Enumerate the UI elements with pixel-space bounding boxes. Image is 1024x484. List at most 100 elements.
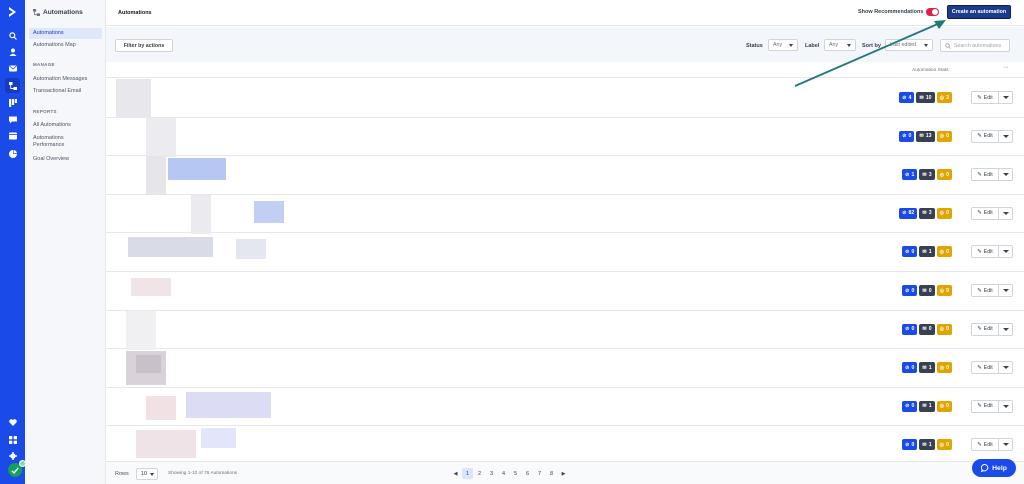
edit-button[interactable]: ✎ Edit bbox=[971, 245, 999, 259]
emails-badge[interactable]: ✉ 1 bbox=[919, 362, 935, 374]
page-2-button[interactable]: 2 bbox=[474, 468, 485, 479]
goals-badge[interactable]: ◎ 0 bbox=[936, 207, 952, 219]
page-8-button[interactable]: 8 bbox=[546, 468, 557, 479]
subnav-item-automations-map[interactable]: Automations Map bbox=[29, 40, 102, 51]
contacts-badge[interactable]: ⊘ 0 bbox=[902, 285, 918, 296]
contacts-icon[interactable] bbox=[7, 46, 18, 57]
contacts-badge[interactable]: ⊘ 82 bbox=[899, 207, 918, 219]
edit-options-dropdown[interactable] bbox=[999, 91, 1013, 104]
edit-options-dropdown[interactable] bbox=[999, 361, 1013, 375]
emails-badge[interactable]: ✉ 3 bbox=[919, 169, 935, 181]
emails-badge[interactable]: ✉ 3 bbox=[919, 207, 935, 219]
page-5-button[interactable]: 5 bbox=[510, 468, 521, 479]
edit-button[interactable]: ✎ Edit bbox=[971, 322, 999, 336]
rows-per-page-select[interactable]: 10 bbox=[136, 468, 158, 480]
automation-row[interactable]: ⊘ 4 ✉ 10 ◎ 3 ✎ Edit bbox=[106, 79, 1024, 118]
search-input[interactable]: Search automations bbox=[940, 39, 1010, 52]
automation-row[interactable]: ⊘ 0 ✉ 1 ◎ 0 ✎ Edit bbox=[106, 426, 1024, 465]
emails-badge[interactable]: ✉ 13 bbox=[916, 130, 935, 142]
recommendations-toggle[interactable] bbox=[926, 8, 939, 16]
goals-badge[interactable]: ◎ 0 bbox=[936, 130, 952, 142]
edit-options-dropdown[interactable] bbox=[999, 206, 1013, 220]
edit-options-dropdown[interactable] bbox=[999, 399, 1013, 413]
page-7-button[interactable]: 7 bbox=[534, 468, 545, 479]
edit-options-dropdown[interactable] bbox=[999, 129, 1013, 143]
logo-chevron-icon[interactable] bbox=[7, 6, 18, 17]
edit-button[interactable]: ✎ Edit bbox=[971, 438, 999, 452]
goals-badge[interactable]: ◎ 0 bbox=[936, 439, 952, 451]
sort-select[interactable]: Last edited bbox=[885, 39, 933, 51]
filter-by-actions-button[interactable]: Filter by actions bbox=[115, 39, 173, 52]
automation-row[interactable]: ⊘ 0 ✉ 13 ◎ 0 ✎ Edit bbox=[106, 117, 1024, 157]
pipelines-icon[interactable] bbox=[7, 97, 18, 108]
goals-badge[interactable]: ◎ 0 bbox=[936, 400, 952, 412]
automation-row[interactable]: ⊘ 0 ✉ 0 ◎ 9 ✎ Edit bbox=[106, 272, 1024, 311]
contacts-badge[interactable]: ⊘ 0 bbox=[902, 246, 918, 258]
emails-badge[interactable]: ✉ 0 bbox=[919, 285, 935, 296]
emails-badge[interactable]: ✉ 1 bbox=[919, 246, 935, 258]
page-3-button[interactable]: 3 bbox=[486, 468, 497, 479]
goals-badge[interactable]: ◎ 0 bbox=[936, 323, 952, 335]
next-page-button[interactable]: ▶ bbox=[558, 468, 569, 479]
edit-options-dropdown[interactable] bbox=[999, 322, 1013, 336]
automation-row[interactable]: ⊘ 0 ✉ 1 ◎ 0 ✎ Edit bbox=[106, 349, 1024, 388]
automations-icon[interactable] bbox=[5, 78, 20, 93]
more-options-icon[interactable]: ··· bbox=[1003, 64, 1009, 71]
conversations-icon[interactable] bbox=[7, 114, 18, 125]
subnav-item-transactional-email[interactable]: Transactional Email bbox=[29, 86, 102, 97]
help-button[interactable]: Help bbox=[972, 459, 1016, 477]
contacts-badge[interactable]: ⊘ 0 bbox=[902, 439, 918, 451]
search-icon[interactable] bbox=[7, 30, 18, 41]
edit-options-dropdown[interactable] bbox=[999, 168, 1013, 182]
site-icon[interactable] bbox=[7, 130, 18, 141]
emails-badge[interactable]: ✉ 1 bbox=[919, 400, 935, 412]
automation-row[interactable]: ⊘ 0 ✉ 1 ◎ 0 ✎ Edit bbox=[106, 388, 1024, 427]
contacts-badge[interactable]: ⊘ 0 bbox=[902, 323, 918, 335]
edit-button[interactable]: ✎ Edit bbox=[971, 168, 999, 182]
edit-button[interactable]: ✎ Edit bbox=[971, 361, 999, 375]
contacts-badge[interactable]: ⊘ 0 bbox=[902, 400, 918, 412]
edit-button[interactable]: ✎ Edit bbox=[971, 284, 999, 297]
automation-row[interactable]: ⊘ 82 ✉ 3 ◎ 0 ✎ Edit bbox=[106, 194, 1024, 234]
goals-badge[interactable]: ◎ 9 bbox=[936, 285, 952, 296]
emails-badge[interactable]: ✉ 10 bbox=[916, 92, 935, 103]
page-6-button[interactable]: 6 bbox=[522, 468, 533, 479]
contacts-badge[interactable]: ⊘ 0 bbox=[899, 130, 915, 142]
goals-badge[interactable]: ◎ 0 bbox=[936, 362, 952, 374]
automation-row[interactable]: ⊘ 0 ✉ 1 ◎ 0 ✎ Edit bbox=[106, 233, 1024, 272]
edit-options-dropdown[interactable] bbox=[999, 284, 1013, 297]
automation-row[interactable]: ⊘ 1 ✉ 3 ◎ 0 ✎ Edit bbox=[106, 156, 1024, 196]
apps-icon[interactable] bbox=[7, 434, 18, 445]
subnav-item-automation-messages[interactable]: Automation Messages bbox=[29, 74, 102, 85]
goals-badge[interactable]: ◎ 3 bbox=[936, 92, 952, 103]
automation-row[interactable]: ⊘ 0 ✉ 0 ◎ 0 ✎ Edit bbox=[106, 310, 1024, 350]
emails-badge[interactable]: ✉ 1 bbox=[919, 439, 935, 451]
goals-badge[interactable]: ◎ 0 bbox=[936, 169, 952, 181]
subnav-item-all-automations[interactable]: All Automations bbox=[29, 120, 102, 131]
edit-button[interactable]: ✎ Edit bbox=[971, 91, 999, 104]
settings-icon[interactable] bbox=[7, 450, 18, 461]
status-select[interactable]: Any bbox=[768, 39, 798, 51]
edit-options-dropdown[interactable] bbox=[999, 438, 1013, 452]
contacts-badge[interactable]: ⊘ 1 bbox=[902, 169, 918, 181]
label-select[interactable]: Any bbox=[824, 39, 856, 51]
subnav-item-automations[interactable]: Automations bbox=[29, 28, 102, 39]
subnav-item-goal-overview[interactable]: Goal Overview bbox=[29, 154, 102, 165]
reports-icon[interactable] bbox=[7, 148, 18, 159]
subnav-item-automations-performance[interactable]: Automations Performance bbox=[29, 133, 89, 151]
contacts-badge[interactable]: ⊘ 0 bbox=[902, 362, 918, 374]
campaigns-icon[interactable] bbox=[7, 63, 18, 74]
favorites-icon[interactable] bbox=[7, 417, 18, 428]
edit-button[interactable]: ✎ Edit bbox=[971, 399, 999, 413]
page-1-button[interactable]: 1 bbox=[462, 468, 473, 479]
edit-options-dropdown[interactable] bbox=[999, 245, 1013, 259]
avatar[interactable] bbox=[6, 460, 26, 479]
create-automation-button[interactable]: Create an automation bbox=[947, 5, 1011, 19]
page-4-button[interactable]: 4 bbox=[498, 468, 509, 479]
edit-button[interactable]: ✎ Edit bbox=[971, 129, 999, 143]
emails-badge[interactable]: ✉ 0 bbox=[919, 323, 935, 335]
prev-page-button[interactable]: ◀ bbox=[450, 468, 461, 479]
edit-button[interactable]: ✎ Edit bbox=[971, 206, 999, 220]
goals-badge[interactable]: ◎ 0 bbox=[936, 246, 952, 258]
contacts-badge[interactable]: ⊘ 4 bbox=[899, 92, 915, 103]
